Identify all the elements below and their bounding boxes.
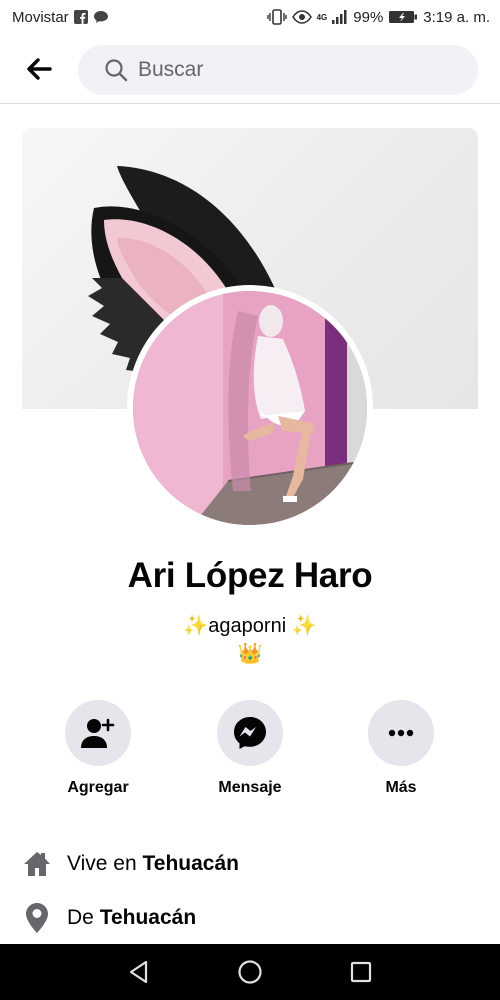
status-bar: Movistar 4G 99% 3:19 a. m. (0, 0, 500, 34)
message-button-circle (217, 700, 283, 766)
network-type-label: 4G (316, 12, 328, 22)
profile-bio: ✨agaporni ✨ 👑 (0, 612, 500, 668)
clock: 3:19 a. m. (423, 8, 490, 26)
facebook-notification-icon (73, 10, 88, 24)
messenger-icon (234, 717, 266, 749)
more-label: Más (385, 779, 417, 796)
circle-home-icon (238, 960, 262, 984)
vibrate-icon (266, 9, 287, 25)
profile-photo-image (133, 291, 367, 525)
back-arrow-icon (27, 58, 52, 80)
profile-actions: Agregar Mensaje Más (0, 700, 500, 800)
search-input[interactable] (138, 58, 438, 82)
more-button[interactable]: Más (346, 700, 456, 797)
nav-recents-button[interactable] (346, 958, 376, 986)
lives-in-city[interactable]: Tehuacán (143, 852, 239, 875)
chat-notification-icon (93, 10, 109, 24)
signal-icon (332, 10, 348, 24)
search-bar[interactable] (78, 45, 478, 95)
add-friend-button[interactable]: Agregar (43, 700, 153, 797)
triangle-back-icon (129, 960, 148, 984)
message-button[interactable]: Mensaje (195, 700, 305, 797)
nav-home-button[interactable] (235, 958, 265, 986)
top-navigation (0, 34, 500, 104)
bio-line-1: ✨agaporni ✨ (183, 615, 317, 637)
carrier-label: Movistar (12, 8, 69, 26)
more-button-circle (368, 700, 434, 766)
lives-in-prefix: Vive en (67, 852, 143, 875)
battery-percent: 99% (353, 8, 384, 26)
location-pin-icon (22, 903, 52, 933)
add-friend-label: Agregar (67, 779, 129, 796)
add-friend-button-circle (65, 700, 131, 766)
add-friend-icon (81, 718, 115, 748)
eye-icon (291, 10, 312, 24)
from-prefix: De (67, 906, 100, 929)
message-label: Mensaje (218, 779, 282, 796)
lives-in-row: Vive en Tehuacán (22, 846, 478, 882)
from-city[interactable]: Tehuacán (100, 906, 196, 929)
nav-back-button[interactable] (124, 958, 154, 986)
lives-in-text: Vive en Tehuacán (67, 852, 239, 876)
back-button[interactable] (22, 54, 56, 84)
from-row: De Tehuacán (22, 900, 478, 936)
square-recents-icon (350, 961, 372, 983)
bio-line-2: 👑 (237, 643, 263, 665)
profile-name: Ari López Haro (127, 556, 373, 595)
profile-photo (133, 291, 367, 525)
home-icon (22, 851, 52, 877)
from-text: De Tehuacán (67, 906, 196, 930)
battery-charging-icon (388, 10, 418, 24)
system-navigation-bar (0, 944, 500, 1000)
more-icon (388, 729, 414, 737)
search-icon (105, 59, 128, 82)
profile-picture[interactable] (127, 285, 373, 531)
